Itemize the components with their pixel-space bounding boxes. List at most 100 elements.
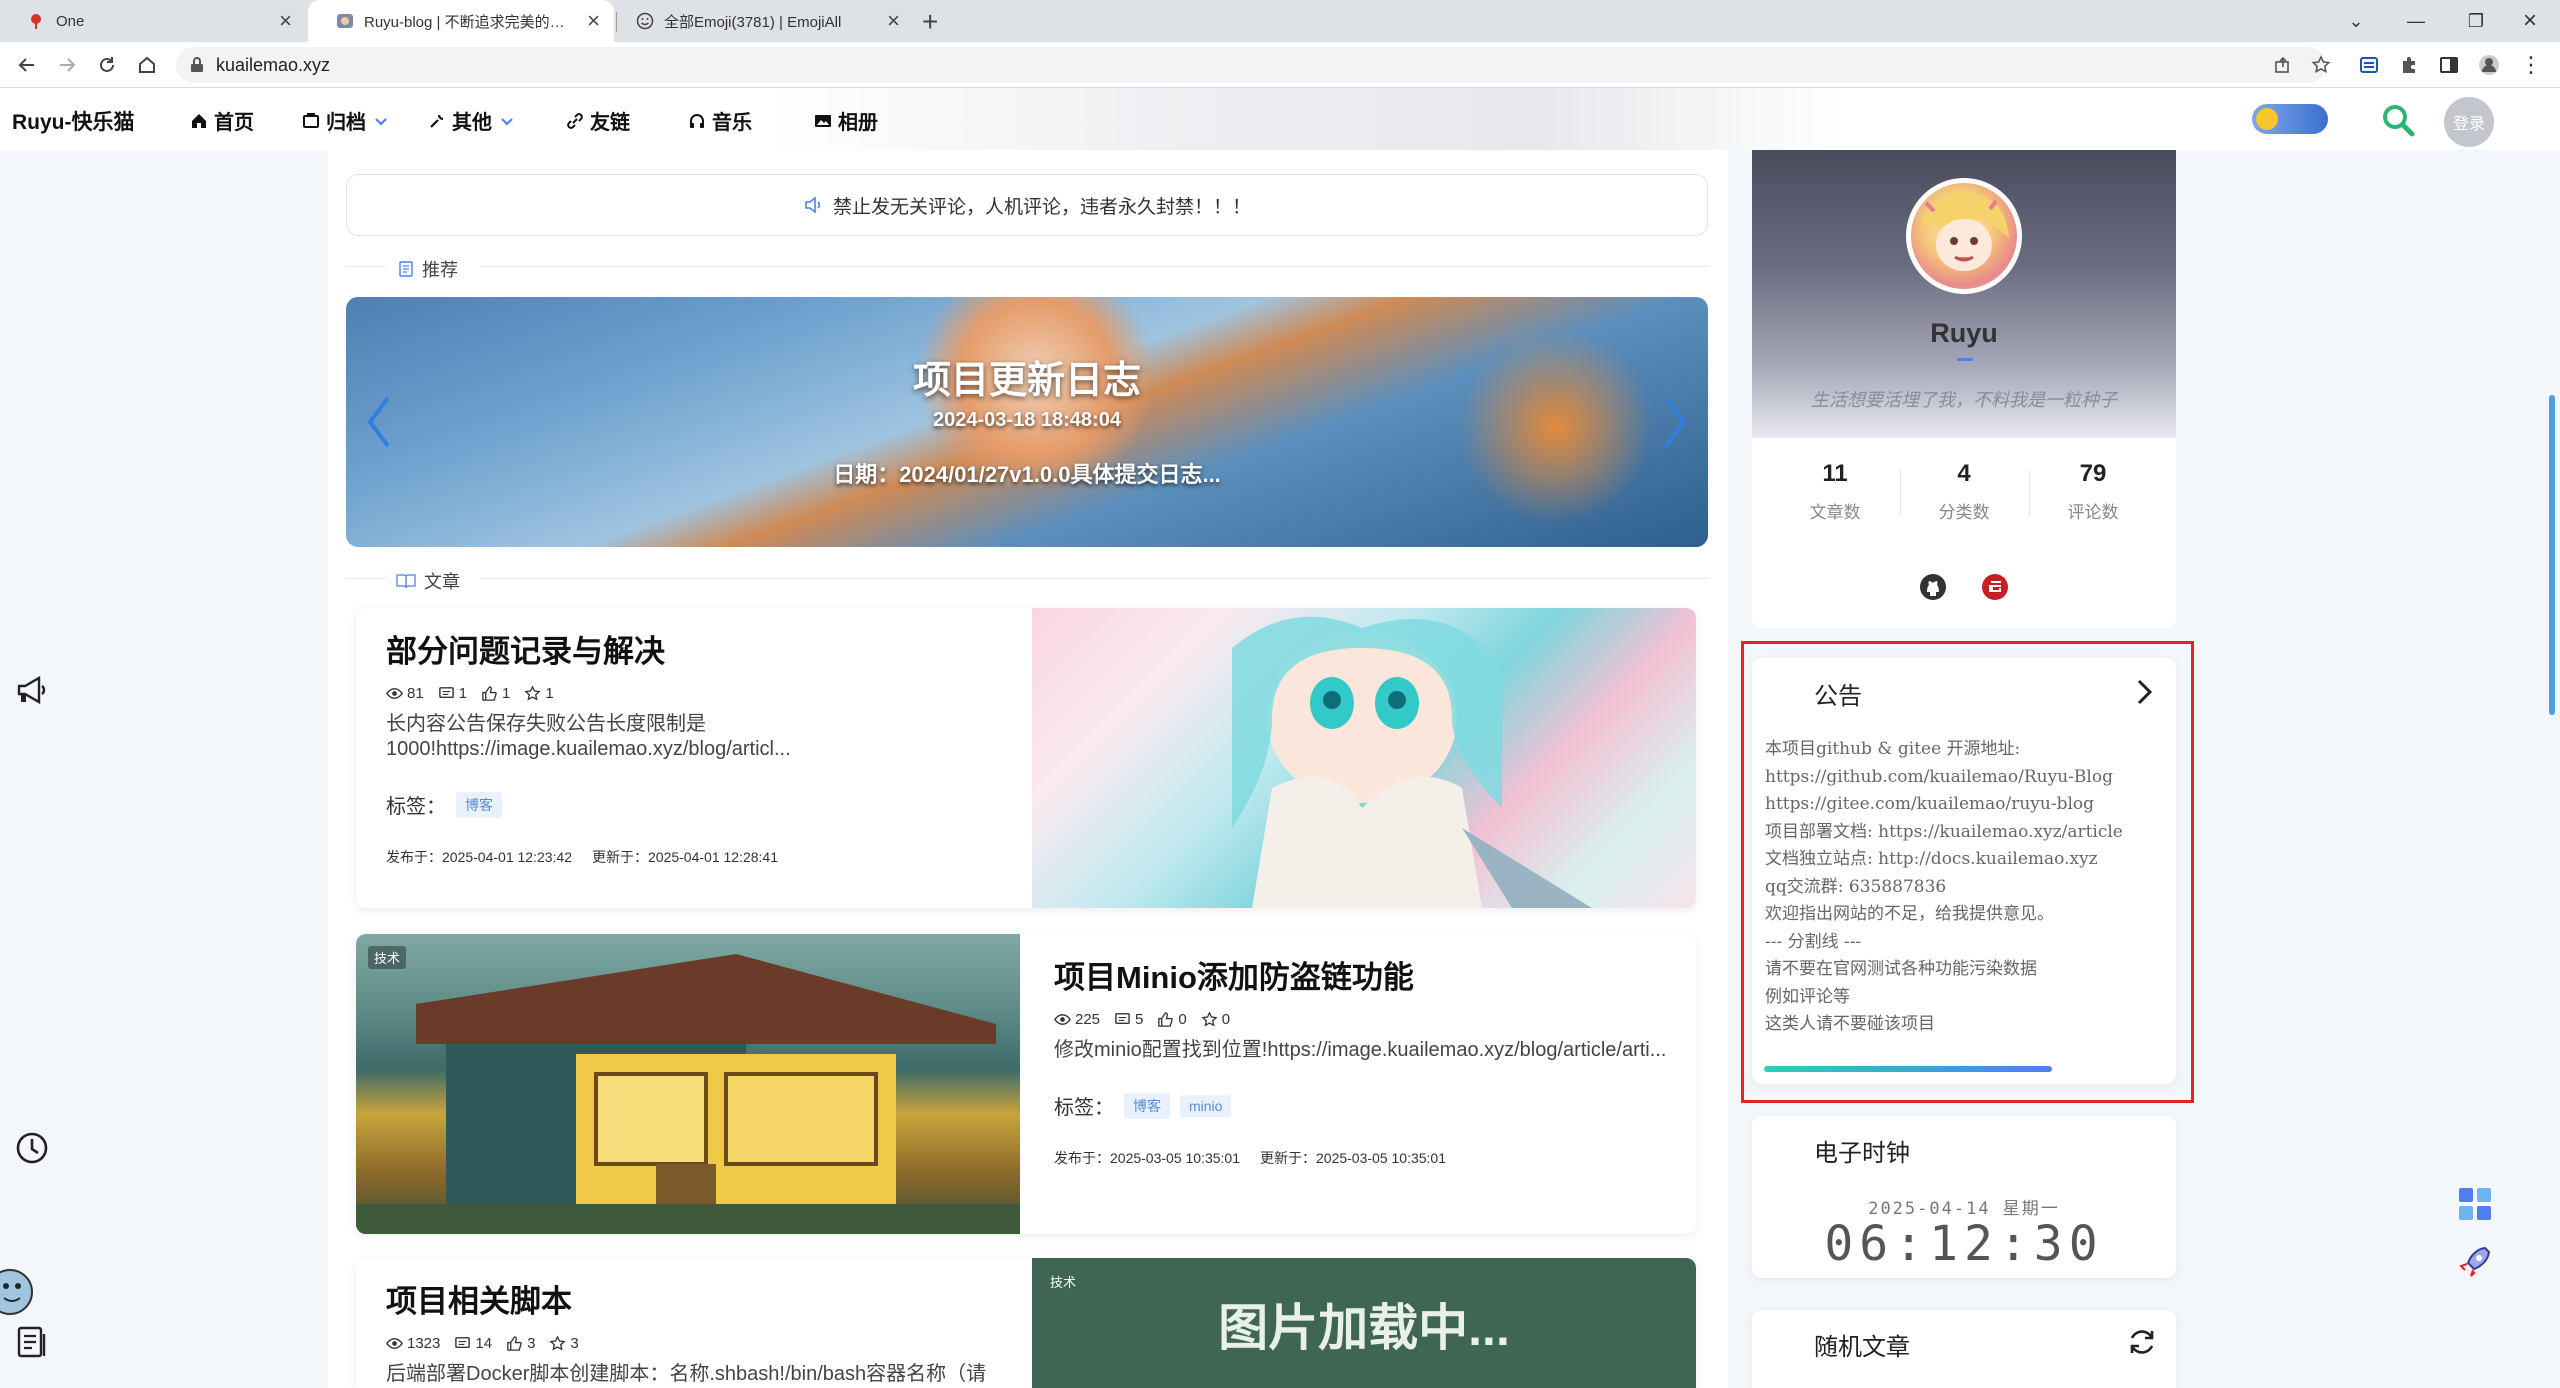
github-icon[interactable] — [1918, 572, 1948, 602]
updated-date: 更新于：2025-04-01 12:28:41 — [592, 849, 778, 865]
article-desc: 修改minio配置找到位置!https://image.kuailemao.xy… — [1054, 1039, 1667, 1061]
section-articles: 文章 — [396, 568, 460, 594]
close-icon[interactable]: × — [279, 10, 292, 32]
rocket-icon[interactable] — [2455, 1242, 2495, 1282]
avatar[interactable] — [1906, 178, 2022, 294]
article-meta: 81 1 1 1 — [386, 685, 1006, 702]
reload-button[interactable] — [94, 52, 120, 78]
article-card[interactable]: 项目相关脚本 1323 14 3 3 后端部署Docker脚本创建脚本：名称.s… — [356, 1258, 1696, 1388]
headphones-icon — [690, 113, 704, 128]
url-text[interactable]: kuailemao.xyz — [216, 55, 330, 76]
document-list-icon — [17, 1326, 46, 1358]
nav-label: 友链 — [590, 112, 630, 134]
article-meta: 1323 14 3 3 — [386, 1335, 1006, 1352]
nav-home[interactable]: 首页 — [190, 106, 254, 135]
lock-icon[interactable] — [190, 57, 204, 73]
profile-motto: 生活想要活埋了我，不料我是一粒种子 — [1811, 390, 2117, 410]
theme-toggle[interactable] — [2252, 104, 2328, 134]
stat-comments[interactable]: 79 评论数 — [2028, 460, 2158, 523]
tag-chip[interactable]: 博客 — [456, 791, 502, 818]
close-icon[interactable]: × — [887, 10, 900, 32]
side-panel-button[interactable] — [2436, 52, 2462, 78]
notice-bar: 禁止发无关评论，人机评论，违者永久封禁！！！ — [346, 174, 1708, 236]
grid-menu-icon[interactable] — [2455, 1184, 2495, 1224]
views-count: 225 — [1054, 1011, 1100, 1028]
puzzle-icon — [2403, 57, 2415, 73]
nav-label: 音乐 — [712, 112, 752, 134]
nav-album[interactable]: 相册 — [814, 106, 878, 135]
article-card[interactable]: 技术 项目Minio添加防盗链功能 225 5 0 0 修改minio配置找到位… — [356, 934, 1696, 1234]
article-title[interactable]: 部分问题记录与解决 — [386, 626, 1006, 671]
stat-label: 文章数 — [1809, 503, 1861, 522]
views-value: 1323 — [407, 1335, 441, 1352]
browser-menu-button[interactable]: ⋮ — [2518, 52, 2544, 78]
article-title[interactable]: 项目相关脚本 — [386, 1276, 1006, 1321]
tab-ruyu-blog[interactable]: Ruyu-blog | 不断追求完美的开发者 × — [308, 0, 614, 42]
stat-articles[interactable]: 11 文章数 — [1770, 460, 1900, 523]
gitee-icon[interactable] — [1980, 572, 2010, 602]
nav-archive[interactable]: 归档 — [302, 106, 390, 135]
article-text: 项目Minio添加防盗链功能 225 5 0 0 修改minio配置找到位置!h… — [1054, 952, 1674, 1168]
restore-button[interactable]: ❐ — [2446, 0, 2506, 42]
omnibox[interactable] — [176, 47, 2326, 83]
divider — [480, 578, 1708, 579]
home-button[interactable] — [134, 52, 160, 78]
back-button[interactable] — [14, 52, 40, 78]
arrow-right-icon — [60, 58, 76, 72]
name-underline — [1957, 358, 1973, 361]
tab-emojiall[interactable]: 全部Emoji(3781) | EmojiAll × — [608, 0, 914, 42]
article-cover-image[interactable] — [1032, 608, 1696, 908]
thumbs-up-icon — [1158, 1012, 1174, 1027]
forward-button[interactable] — [54, 52, 80, 78]
nav-music[interactable]: 音乐 — [688, 106, 752, 135]
carousel-prev-arrow[interactable] — [364, 392, 394, 452]
close-window-button[interactable]: × — [2500, 0, 2560, 42]
article-card[interactable]: 部分问题记录与解决 81 1 1 1 长内容公告保存失败公告长度限制是1000!… — [356, 608, 1696, 908]
views-count: 81 — [386, 685, 424, 702]
minimize-button[interactable]: — — [2386, 0, 2446, 42]
tab-one[interactable]: One × — [0, 0, 306, 42]
article-text: 项目相关脚本 1323 14 3 3 后端部署Docker脚本创建脚本：名称.s… — [386, 1276, 1006, 1388]
notice-text: 禁止发无关评论，人机评论，违者永久封禁！！！ — [832, 196, 1251, 218]
article-desc: 长内容公告保存失败公告长度限制是1000!https://image.kuail… — [386, 713, 791, 760]
search-icon[interactable] — [2380, 102, 2416, 138]
comments-value: 14 — [475, 1335, 493, 1352]
extensions-button[interactable] — [2396, 52, 2422, 78]
smiley-icon — [636, 12, 654, 30]
featured-carousel[interactable]: 项目更新日志 2024-03-18 18:48:04 日期：2024/01/27… — [346, 297, 1708, 547]
article-cover-image[interactable]: 技术 图片加载中... — [1032, 1258, 1696, 1388]
login-button[interactable]: 登录 — [2444, 97, 2494, 147]
tab-search-button[interactable]: ⌄ — [2326, 0, 2386, 42]
page-scrollbar[interactable] — [2549, 395, 2555, 715]
tag-chip[interactable]: minio — [1180, 1094, 1232, 1117]
favorites-count: 0 — [1201, 1011, 1230, 1028]
comments-count: 14 — [454, 1335, 492, 1352]
site-brand[interactable]: Ruyu-快乐猫 — [12, 106, 135, 136]
article-title[interactable]: 项目Minio添加防盗链功能 — [1054, 952, 1674, 997]
article-cover-image[interactable]: 技术 — [356, 934, 1020, 1234]
carousel-title[interactable]: 项目更新日志 — [346, 349, 1708, 404]
pin-icon — [31, 14, 41, 29]
image-icon — [815, 114, 831, 127]
share-button[interactable] — [2270, 52, 2296, 78]
nav-friends[interactable]: 友链 — [566, 106, 630, 135]
new-tab-button[interactable]: + — [922, 6, 938, 38]
article-desc: 后端部署Docker脚本创建脚本：名称.shbash!/bin/bash容器名称… — [386, 1363, 987, 1385]
clock-icon — [16, 1132, 48, 1164]
close-icon[interactable]: × — [587, 10, 600, 32]
comment-icon — [1115, 1013, 1130, 1024]
carousel-next-arrow[interactable] — [1660, 392, 1690, 452]
stat-categories[interactable]: 4 分类数 — [1899, 460, 2029, 523]
mascot-icon[interactable] — [0, 1262, 34, 1322]
reading-list-button[interactable] — [2356, 52, 2382, 78]
profile-button[interactable] — [2476, 52, 2502, 78]
tag-chip[interactable]: 博客 — [1124, 1092, 1170, 1119]
refresh-icon[interactable] — [2126, 1326, 2158, 1358]
nav-label: 其他 — [452, 112, 492, 134]
comment-icon — [455, 1337, 471, 1348]
chevron-down-icon — [375, 117, 387, 126]
bookmark-button[interactable] — [2308, 52, 2334, 78]
comments-value: 5 — [1135, 1011, 1144, 1028]
likes-value: 1 — [502, 685, 511, 702]
nav-other[interactable]: 其他 — [428, 106, 516, 135]
